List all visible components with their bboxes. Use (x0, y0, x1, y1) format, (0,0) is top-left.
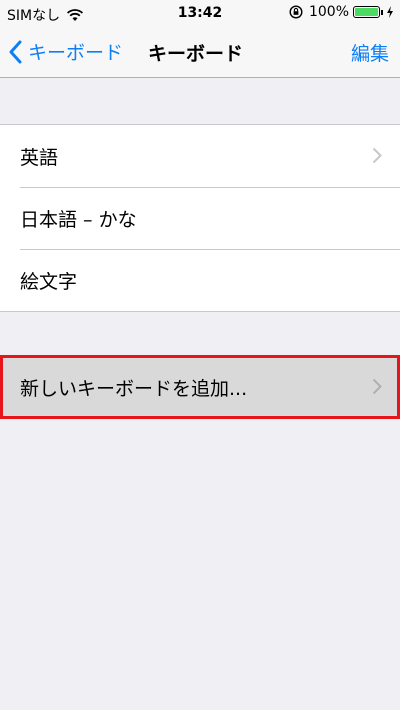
add-keyboard-group: 新しいキーボードを追加... (0, 355, 400, 419)
keyboard-row-emoji[interactable]: 絵文字 (0, 249, 400, 311)
edit-button[interactable]: 編集 (351, 39, 389, 66)
keyboard-row-japanese-kana[interactable]: 日本語 – かな (0, 187, 400, 249)
disclosure-chevron-icon (372, 147, 382, 164)
orientation-lock-icon (289, 5, 303, 19)
battery-percent: 100% (308, 4, 349, 20)
battery-cap (381, 9, 383, 15)
status-right: 100% (289, 4, 394, 20)
back-chevron-icon (9, 40, 22, 63)
keyboard-list: 英語 日本語 – かな 絵文字 (0, 124, 400, 312)
keyboard-label: 絵文字 (20, 270, 78, 293)
battery-fill (355, 8, 378, 16)
status-bar: SIMなし 13:42 100% (0, 0, 400, 28)
keyboard-label: 英語 (20, 146, 59, 169)
charging-bolt-icon (387, 6, 393, 18)
back-button[interactable]: キーボード (8, 38, 123, 65)
keyboard-label: 日本語 – かな (20, 208, 137, 231)
add-new-keyboard-button[interactable]: 新しいキーボードを追加... (0, 355, 400, 419)
navigation-bar: キーボード キーボード 編集 (0, 28, 400, 78)
add-keyboard-label: 新しいキーボードを追加... (20, 377, 248, 400)
keyboard-row-english[interactable]: 英語 (0, 125, 400, 187)
disclosure-chevron-icon (372, 378, 382, 395)
battery-icon (353, 6, 380, 18)
page-title: キーボード (148, 43, 244, 65)
back-button-label: キーボード (28, 42, 124, 64)
